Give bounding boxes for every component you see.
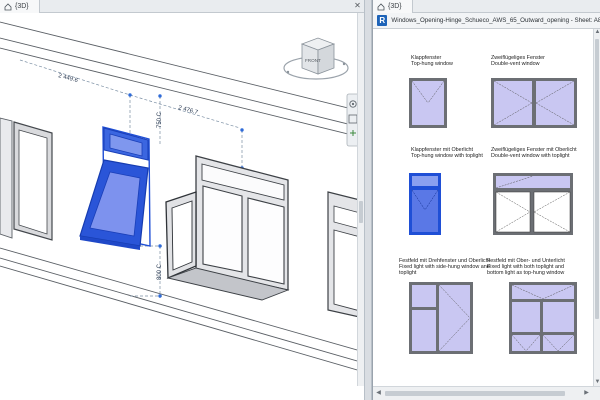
selected-top-hung-window[interactable] xyxy=(79,126,151,250)
right-h-thumb[interactable] xyxy=(385,391,565,396)
label-fixed-top-bottom: Festfeld mit Ober- und Unterlicht Fixed … xyxy=(487,258,581,276)
sheet-titlebar: R Windows_Opening-Hinge_Schueco_AWS_65_O… xyxy=(373,13,600,29)
label-fixed-side-hung-en: Fixed light with side-hung window and to… xyxy=(399,264,490,276)
revit-workspace: {3D} ✕ 2 449.6 2 476.7 750 C 800 C FRONT… xyxy=(0,0,600,400)
dimension-label-3: 750 C xyxy=(157,111,163,128)
left-v-thumb[interactable] xyxy=(359,201,363,223)
label-double-vent-toplight: Zweiflügeliges Fenster mit Oberlicht Dou… xyxy=(491,147,583,159)
label-fixed-side-hung: Festfeld mit Drehfenster und Oberlicht F… xyxy=(399,258,491,276)
elevation-top-hung-window[interactable] xyxy=(409,78,447,128)
dimension-label-4: 800 C xyxy=(157,263,163,280)
label-double-vent-toplight-en: Double-vent window with toplight xyxy=(491,153,570,159)
3d-view-pane[interactable]: {3D} ✕ 2 449.6 2 476.7 750 C 800 C FRONT xyxy=(0,0,364,400)
right-horizontal-scrollbar[interactable]: ◀ ▶ xyxy=(373,386,600,400)
viewcube-face-label: FRONT xyxy=(305,58,321,63)
label-top-hung-toplight-en: Top-hung window with toplight xyxy=(411,153,483,159)
elevation-fixed-top-bottom-window[interactable] xyxy=(509,282,577,354)
tab-3d-right[interactable]: {3D} xyxy=(373,0,413,13)
elevation-double-vent-toplight-window[interactable] xyxy=(493,173,573,235)
label-double-vent: Zweiflügeliges Fenster Double-vent windo… xyxy=(491,55,545,67)
sheet-title: Windows_Opening-Hinge_Schueco_AWS_65_Out… xyxy=(391,17,600,24)
scroll-up-icon[interactable]: ▲ xyxy=(594,29,600,36)
right-v-thumb[interactable] xyxy=(595,39,599,319)
label-double-vent-en: Double-vent window xyxy=(491,61,540,67)
dimension-label-1: 2 449.6 xyxy=(57,73,79,84)
elevation-fixed-side-hung-window[interactable] xyxy=(409,282,473,354)
sheet-drawings[interactable] xyxy=(373,0,600,400)
viewcube[interactable]: FRONT xyxy=(283,37,349,80)
label-top-hung: Klappfenster Top-hung window xyxy=(411,55,453,67)
scroll-right-icon[interactable]: ▶ xyxy=(583,390,590,397)
house-icon xyxy=(377,2,385,11)
tab-3d-right-label: {3D} xyxy=(388,3,402,10)
window-with-open-sash[interactable] xyxy=(165,155,290,301)
3d-model-canvas[interactable]: 2 449.6 2 476.7 750 C 800 C FRONT xyxy=(0,0,364,400)
left-vertical-scrollbar[interactable] xyxy=(357,13,364,386)
sheet-view-pane[interactable]: {3D} R Windows_Opening-Hinge_Schueco_AWS… xyxy=(372,0,600,400)
elevation-double-vent-window[interactable] xyxy=(491,78,577,128)
scroll-down-icon[interactable]: ▼ xyxy=(594,379,600,386)
right-vertical-scrollbar[interactable]: ▲ ▼ xyxy=(593,29,600,386)
revit-logo-icon: R xyxy=(377,15,388,26)
label-top-hung-toplight: Klappfenster mit Oberlicht Top-hung wind… xyxy=(411,147,489,159)
label-fixed-top-bottom-en: Fixed light with both toplight and botto… xyxy=(487,264,565,276)
right-tabbar: {3D} xyxy=(373,0,600,13)
scroll-left-icon[interactable]: ◀ xyxy=(375,390,382,397)
window-partial-left[interactable] xyxy=(0,117,53,241)
view-splitter[interactable] xyxy=(364,0,372,400)
elevation-top-hung-toplight-window[interactable] xyxy=(409,173,441,235)
dimension-label-2: 2 476.7 xyxy=(177,105,199,116)
label-top-hung-en: Top-hung window xyxy=(411,61,453,67)
